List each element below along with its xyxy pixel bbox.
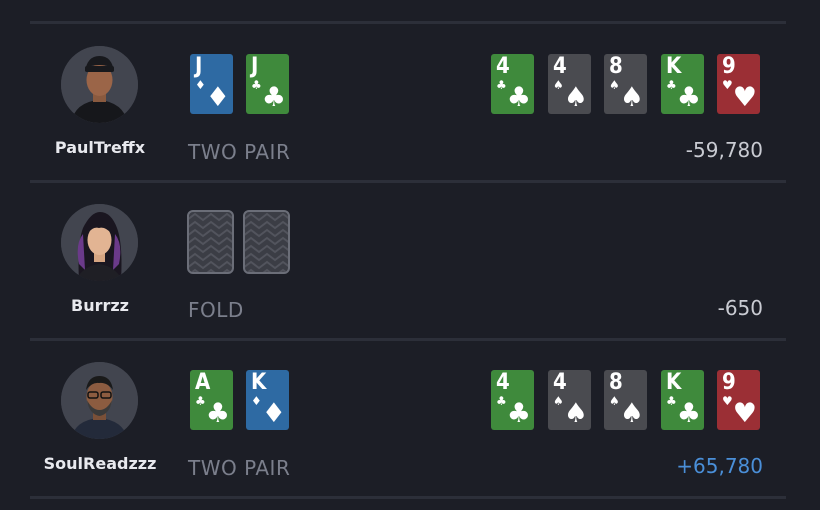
board-card-5: 9 ♥ ♥ [717,54,760,114]
player-name[interactable]: PaulTreffx [40,138,160,157]
card-rank: J [195,54,203,79]
card-rank: J [251,54,259,79]
spade-icon: ♠ [619,398,644,429]
result-amount: -59,780 [685,138,763,162]
club-icon: ♣ [506,82,531,113]
player-name[interactable]: SoulReadzzz [40,454,160,473]
avatar[interactable] [61,204,138,281]
card-rank: 4 [553,370,567,395]
club-icon: ♣ [496,394,507,408]
heart-icon: ♥ [732,82,757,113]
board-card-4: K ♣ ♣ [661,370,704,430]
board-card-2: 4 ♠ ♠ [548,54,591,114]
club-icon: ♣ [666,78,677,92]
spade-icon: ♠ [553,394,564,408]
club-icon: ♣ [205,398,230,429]
card-rank: K [666,370,682,395]
card-rank: 4 [553,54,567,79]
board-card-2: 4 ♠ ♠ [548,370,591,430]
hand-label: TWO PAIR [188,456,291,480]
diamond-icon: ♦ [195,78,206,92]
card-rank: 9 [722,54,736,79]
card-rank: K [666,54,682,79]
player-name[interactable]: Burrzz [40,296,160,315]
club-icon: ♣ [666,394,677,408]
heart-icon: ♥ [722,394,733,408]
row-divider [30,496,786,499]
hole-card-1: J ♦ ♦ [190,54,233,114]
spade-icon: ♠ [563,82,588,113]
diamond-icon: ♦ [261,398,286,429]
club-icon: ♣ [676,398,701,429]
card-rank: 4 [496,54,510,79]
card-back-2 [243,210,290,274]
club-icon: ♣ [251,78,262,92]
board-card-1: 4 ♣ ♣ [491,370,534,430]
player-row-1: PaulTreffx J ♦ ♦ J ♣ ♣ 4 ♣ ♣ 4 ♠ ♠ 8 ♠ ♠… [0,24,820,180]
club-icon: ♣ [676,82,701,113]
card-rank: A [195,370,211,395]
result-amount: +65,780 [676,454,763,478]
hole-card-1: A ♣ ♣ [190,370,233,430]
card-rank: K [251,370,267,395]
board-card-5: 9 ♥ ♥ [717,370,760,430]
heart-icon: ♥ [722,78,733,92]
hand-label: TWO PAIR [188,140,291,164]
avatar[interactable] [61,362,138,439]
spade-icon: ♠ [563,398,588,429]
heart-icon: ♥ [732,398,757,429]
club-icon: ♣ [496,78,507,92]
club-icon: ♣ [506,398,531,429]
player-row-2: Burrzz FOLD -650 [0,182,820,338]
club-icon: ♣ [195,394,206,408]
spade-icon: ♠ [619,82,644,113]
spade-icon: ♠ [609,78,620,92]
card-rank: 8 [609,370,623,395]
card-back-1 [187,210,234,274]
hole-card-2: J ♣ ♣ [246,54,289,114]
card-rank: 9 [722,370,736,395]
result-amount: -650 [717,296,763,320]
card-rank: 4 [496,370,510,395]
board-card-1: 4 ♣ ♣ [491,54,534,114]
board-card-3: 8 ♠ ♠ [604,54,647,114]
club-icon: ♣ [261,82,286,113]
diamond-icon: ♦ [251,394,262,408]
hole-card-2: K ♦ ♦ [246,370,289,430]
card-rank: 8 [609,54,623,79]
player-row-3: SoulReadzzz A ♣ ♣ K ♦ ♦ 4 ♣ ♣ 4 ♠ ♠ 8 ♠ … [0,340,820,496]
avatar[interactable] [61,46,138,123]
hand-label: FOLD [188,298,244,322]
diamond-icon: ♦ [205,82,230,113]
spade-icon: ♠ [553,78,564,92]
board-card-4: K ♣ ♣ [661,54,704,114]
spade-icon: ♠ [609,394,620,408]
board-card-3: 8 ♠ ♠ [604,370,647,430]
